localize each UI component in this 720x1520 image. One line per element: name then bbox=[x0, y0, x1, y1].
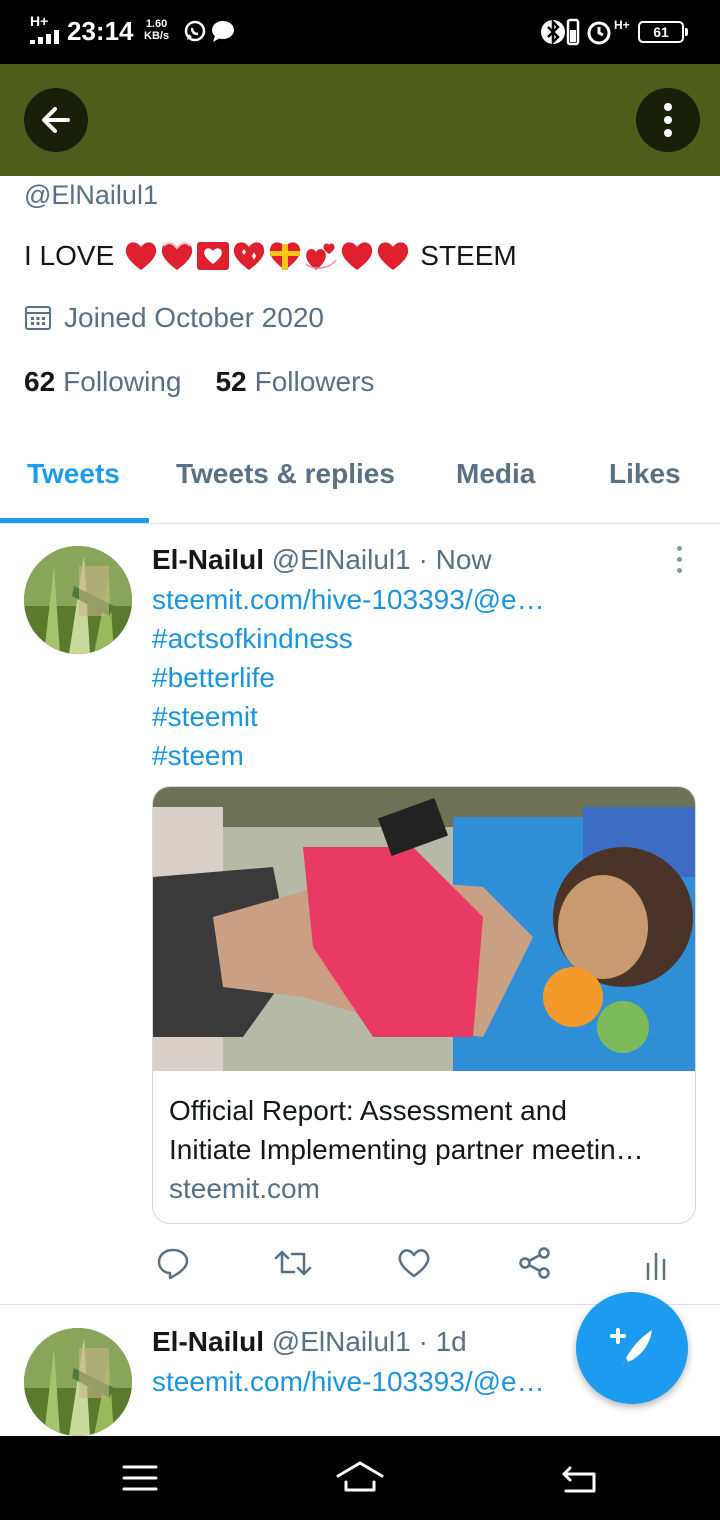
card-title: Official Report: Assessment and Initiate… bbox=[169, 1091, 681, 1169]
analytics-icon[interactable] bbox=[644, 1246, 668, 1280]
tweet-time: · 1d bbox=[418, 1326, 467, 1357]
clock: 23:14 bbox=[67, 16, 134, 46]
following-link[interactable]: 62 Following bbox=[24, 366, 181, 398]
red-heart-emoji bbox=[126, 242, 157, 270]
vibrate-icon bbox=[566, 18, 580, 46]
profile-tabs: Tweets Tweets & replies Media Likes bbox=[0, 440, 720, 524]
profile-bio: I LOVE STEEM bbox=[24, 240, 517, 272]
compose-feather-icon bbox=[610, 1328, 652, 1368]
compose-tweet-button[interactable] bbox=[576, 1292, 688, 1404]
signal-icon bbox=[30, 30, 60, 44]
hashtag-link[interactable]: #steemit bbox=[152, 701, 258, 733]
speed-unit: KB/s bbox=[144, 30, 170, 42]
link-preview-card[interactable]: Official Report: Assessment and Initiate… bbox=[152, 786, 696, 1224]
joined-text: Joined October 2020 bbox=[64, 302, 324, 333]
tab-tweets[interactable]: Tweets bbox=[27, 458, 120, 490]
tab-tweets-replies[interactable]: Tweets & replies bbox=[176, 458, 395, 490]
back-nav-icon[interactable] bbox=[560, 1464, 598, 1494]
bluetooth-icon bbox=[541, 18, 565, 46]
tweet-time: · Now bbox=[418, 544, 492, 575]
followers-link[interactable]: 52 Followers bbox=[215, 366, 374, 398]
tweet-link[interactable]: steemit.com/hive-103393/@e… bbox=[152, 1366, 545, 1398]
back-button[interactable] bbox=[24, 88, 88, 152]
tweet-more-button[interactable] bbox=[676, 546, 684, 574]
back-arrow-icon bbox=[42, 107, 70, 133]
red-heart-emoji bbox=[378, 242, 409, 270]
heart-ribbon-emoji bbox=[162, 242, 193, 270]
alarm-icon bbox=[587, 21, 611, 45]
hashtag-link[interactable]: #steem bbox=[152, 740, 244, 772]
gift-heart-emoji bbox=[270, 242, 301, 270]
followers-count: 52 bbox=[215, 366, 247, 397]
calendar-icon bbox=[25, 306, 51, 330]
joined-date: Joined October 2020 bbox=[24, 302, 324, 334]
bio-prefix: I LOVE bbox=[24, 240, 115, 271]
revolving-hearts-emoji bbox=[305, 243, 337, 270]
tweet-header: El-Nailul @ElNailul1 · 1d bbox=[152, 1326, 467, 1358]
network-speed: 1.60 KB/s bbox=[144, 18, 169, 42]
tweet-link[interactable]: steemit.com/hive-103393/@e… bbox=[152, 584, 545, 616]
tweet-header: El-Nailul @ElNailul1 · Now bbox=[152, 544, 492, 576]
follow-stats: 62 Following 52 Followers bbox=[24, 366, 408, 398]
following-label: Following bbox=[63, 366, 182, 397]
card-domain: steemit.com bbox=[169, 1173, 320, 1204]
retweet-icon[interactable] bbox=[274, 1246, 312, 1280]
author-name[interactable]: El-Nailul bbox=[152, 544, 264, 575]
tab-likes[interactable]: Likes bbox=[609, 458, 681, 490]
following-count: 62 bbox=[24, 366, 56, 397]
chat-bubble-icon bbox=[212, 21, 234, 42]
sparkling-heart-emoji bbox=[234, 242, 265, 270]
hashtag-link[interactable]: #betterlife bbox=[152, 662, 275, 694]
tweet-actions bbox=[0, 1246, 720, 1286]
bio-emojis bbox=[124, 240, 412, 272]
profile-handle: @ElNailul1 bbox=[24, 180, 158, 210]
hashtag-link[interactable]: #actsofkindness bbox=[152, 623, 353, 655]
battery-level: 61 bbox=[653, 24, 669, 40]
card-title-line2: Initiate Implementing partner meetin… bbox=[169, 1134, 644, 1165]
system-navigation-bar bbox=[0, 1436, 720, 1520]
followers-label: Followers bbox=[254, 366, 375, 397]
reply-icon[interactable] bbox=[156, 1246, 190, 1280]
tab-media[interactable]: Media bbox=[456, 458, 535, 490]
avatar[interactable] bbox=[24, 546, 132, 654]
menu-icon[interactable] bbox=[122, 1464, 158, 1492]
avatar[interactable] bbox=[24, 1328, 132, 1436]
whatsapp-icon bbox=[184, 20, 206, 42]
more-options-button[interactable] bbox=[636, 88, 700, 152]
network-type-2: H+ bbox=[614, 18, 630, 32]
bio-suffix: STEEM bbox=[420, 240, 517, 271]
author-handle: @ElNailul1 bbox=[271, 544, 411, 575]
battery-icon: 61 bbox=[638, 21, 688, 43]
active-tab-indicator bbox=[0, 518, 149, 523]
card-image bbox=[153, 787, 695, 1071]
home-icon[interactable] bbox=[336, 1460, 384, 1494]
author-handle: @ElNailul1 bbox=[271, 1326, 411, 1357]
status-bar: H+ 23:14 1.60 KB/s H+ 61 bbox=[0, 0, 720, 64]
network-type: H+ bbox=[30, 13, 49, 29]
heart-letter-emoji bbox=[197, 242, 230, 270]
author-name[interactable]: El-Nailul bbox=[152, 1326, 264, 1357]
share-icon[interactable] bbox=[518, 1246, 552, 1280]
more-vertical-icon bbox=[664, 103, 672, 137]
card-title-line1: Official Report: Assessment and bbox=[169, 1095, 567, 1126]
speed-value: 1.60 bbox=[145, 18, 168, 30]
like-icon[interactable] bbox=[396, 1246, 432, 1280]
app-bar bbox=[0, 64, 720, 176]
red-heart-emoji bbox=[342, 242, 373, 270]
